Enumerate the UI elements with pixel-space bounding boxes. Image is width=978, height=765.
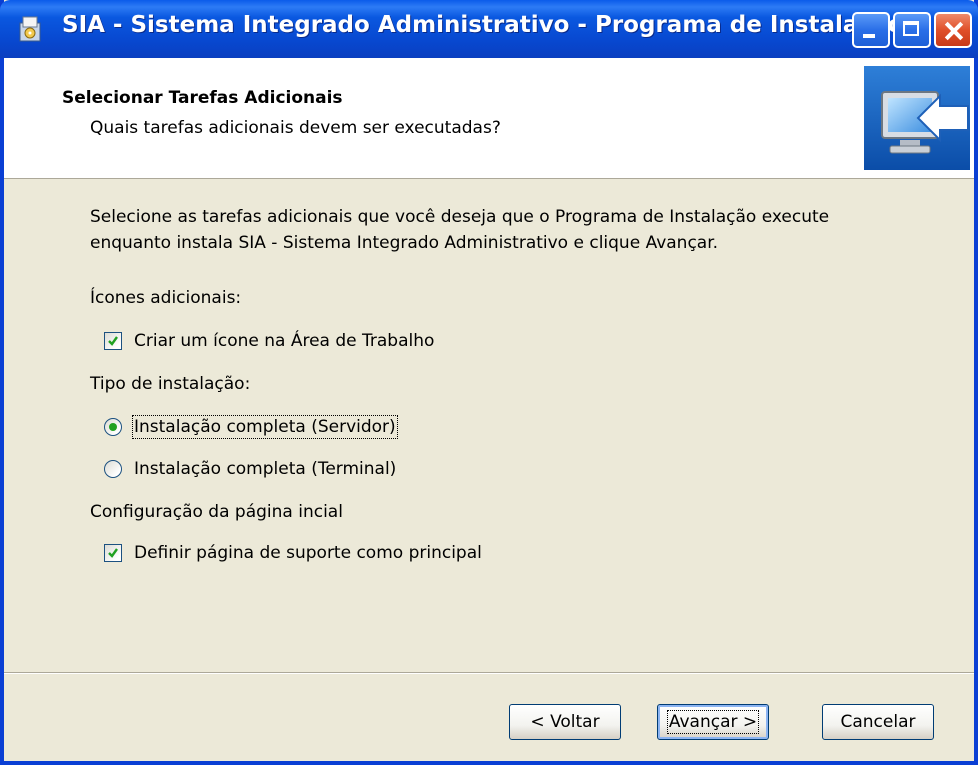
page-subtitle: Quais tarefas adicionais devem ser execu… [90,118,501,138]
cancel-button[interactable]: Cancelar [822,704,934,740]
title-bar[interactable]: SIA - Sistema Integrado Administrativo -… [0,0,978,58]
desktop-icon-checkbox[interactable] [104,332,122,350]
minimize-button[interactable] [852,12,890,48]
next-button[interactable]: Avançar > [657,704,769,740]
wizard-header: Selecionar Tarefas Adicionais Quais tare… [4,58,974,179]
page-title: Selecionar Tarefas Adicionais [62,88,343,108]
install-server-radio-row[interactable]: Instalação completa (Servidor) [104,414,398,440]
homepage-checkbox-row[interactable]: Definir página de suporte como principal [104,540,482,566]
wizard-content: Selecione as tarefas adicionais que você… [4,180,974,670]
computer-install-icon [864,66,970,170]
homepage-group-label: Configuração da página incial [90,502,343,522]
icons-group-label: Ícones adicionais: [90,288,242,308]
close-button[interactable] [934,12,972,48]
window-title: SIA - Sistema Integrado Administrativo -… [62,12,904,38]
install-terminal-radio[interactable] [104,460,122,478]
install-type-group-label: Tipo de instalação: [90,374,251,394]
homepage-checkbox[interactable] [104,544,122,562]
footer-divider [4,672,974,674]
installer-window: SIA - Sistema Integrado Administrativo -… [0,0,978,765]
checkmark-icon [108,336,118,346]
desktop-icon-checkbox-row[interactable]: Criar um ícone na Área de Trabalho [104,328,434,354]
installer-app-icon [19,16,41,42]
maximize-button[interactable] [893,12,931,48]
install-terminal-label: Instalação completa (Terminal) [134,459,397,479]
instructions-text: Selecione as tarefas adicionais que você… [90,207,830,253]
install-server-radio[interactable] [104,418,122,436]
install-server-label: Instalação completa (Servidor) [132,415,398,439]
desktop-icon-label: Criar um ícone na Área de Trabalho [134,331,435,351]
back-button[interactable]: < Voltar [509,704,621,740]
checkmark-icon [108,548,118,558]
homepage-label: Definir página de suporte como principal [134,543,482,563]
install-terminal-radio-row[interactable]: Instalação completa (Terminal) [104,456,396,482]
